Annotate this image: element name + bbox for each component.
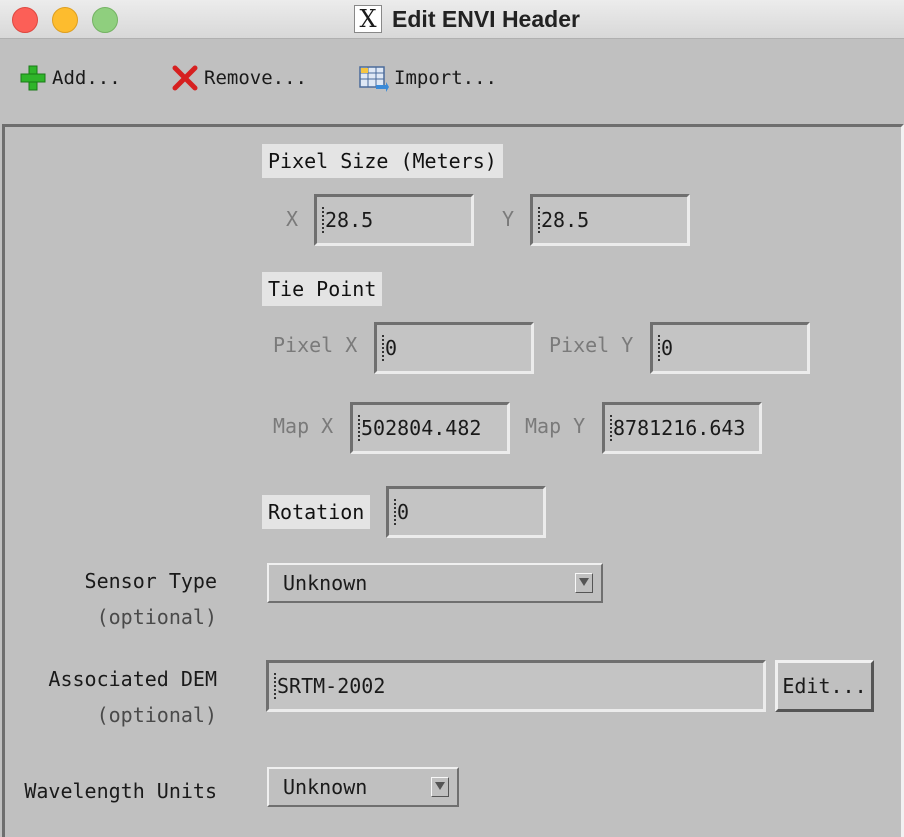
import-table-icon — [359, 66, 389, 92]
pixel-size-x-label: X — [286, 207, 299, 231]
title-bar: X Edit ENVI Header — [0, 0, 904, 39]
pixel-size-y-label: Y — [502, 207, 515, 231]
sensor-type-optional-label: (optional) — [96, 605, 217, 629]
import-button[interactable]: Import... — [358, 63, 497, 93]
chevron-down-icon — [575, 573, 593, 593]
chevron-down-icon — [431, 777, 449, 797]
sensor-type-selected: Unknown — [283, 571, 368, 595]
window-title: Edit ENVI Header — [392, 5, 580, 32]
associated-dem-label: Associated DEM — [48, 667, 217, 691]
sensor-type-dropdown[interactable]: Unknown — [267, 563, 603, 603]
associated-dem-field[interactable]: SRTM-2002 — [266, 660, 766, 712]
pixel-y-label: Pixel Y — [549, 333, 634, 357]
pixel-size-section-label: Pixel Size (Meters) — [262, 144, 503, 178]
wavelength-units-dropdown[interactable]: Unknown — [267, 767, 459, 807]
wavelength-units-selected: Unknown — [283, 775, 368, 799]
x11-app-icon: X — [354, 5, 383, 33]
map-x-label: Map X — [273, 414, 334, 438]
rotation-label: Rotation — [262, 495, 371, 529]
remove-button[interactable]: Remove... — [170, 63, 307, 93]
edit-dem-button[interactable]: Edit... — [775, 660, 874, 712]
remove-button-label: Remove... — [204, 67, 307, 89]
tie-point-section-label: Tie Point — [262, 272, 383, 306]
wavelength-units-label: Wavelength Units — [24, 779, 217, 803]
associated-dem-optional-label: (optional) — [96, 703, 217, 727]
pixel-size-x-field[interactable]: 28.5 — [314, 194, 474, 246]
pixel-y-field[interactable]: 0 — [650, 322, 810, 374]
map-x-field[interactable]: 502804.482 — [350, 402, 510, 454]
map-y-field[interactable]: 8781216.643 — [602, 402, 762, 454]
sensor-type-label: Sensor Type — [84, 569, 217, 593]
map-y-label: Map Y — [525, 414, 586, 438]
pixel-x-label: Pixel X — [273, 333, 358, 357]
add-button-label: Add... — [52, 67, 121, 89]
pixel-x-field[interactable]: 0 — [374, 322, 534, 374]
rotation-field[interactable]: 0 — [386, 486, 546, 538]
header-form-panel: Pixel Size (Meters) X 28.5 Y 28.5 Tie Po… — [2, 124, 904, 837]
title-container: X Edit ENVI Header — [0, 0, 904, 38]
plus-icon — [20, 65, 46, 91]
toolbar: Add... Remove... Import... — [0, 39, 904, 123]
red-x-icon — [172, 65, 198, 91]
add-button[interactable]: Add... — [18, 63, 121, 93]
import-button-label: Import... — [394, 67, 497, 89]
pixel-size-y-field[interactable]: 28.5 — [530, 194, 690, 246]
